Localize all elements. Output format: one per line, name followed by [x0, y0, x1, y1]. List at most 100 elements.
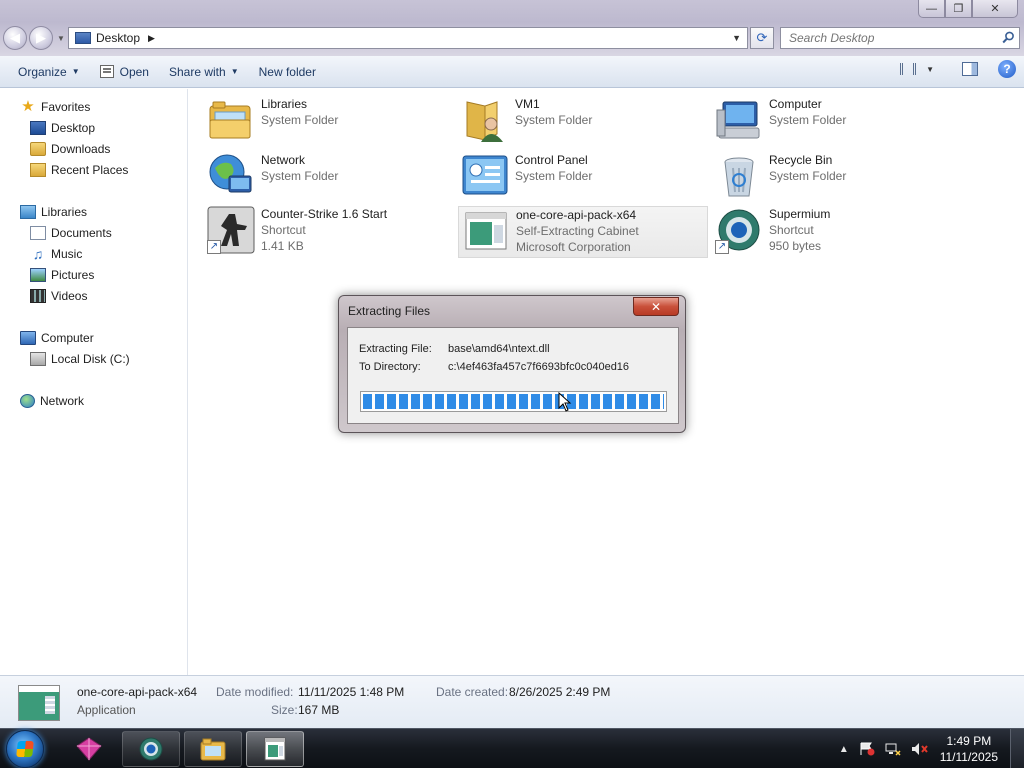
mouse-cursor-icon: [558, 392, 572, 412]
nav-local-disk[interactable]: Local Disk (C:): [30, 349, 130, 369]
dialog-close-button[interactable]: ✕: [633, 297, 679, 316]
forward-button[interactable]: ▶: [29, 26, 53, 50]
nav-libraries[interactable]: Libraries: [20, 202, 87, 222]
start-button[interactable]: [6, 730, 44, 768]
item-name: VM1: [515, 97, 540, 111]
documents-icon: [30, 226, 46, 240]
date-created-value: 8/26/2025 2:49 PM: [509, 685, 611, 699]
new-folder-button[interactable]: New folder: [249, 59, 326, 85]
taskbar-explorer[interactable]: [184, 731, 242, 767]
film-strip-icon: [30, 289, 46, 303]
search-box[interactable]: [780, 27, 1020, 49]
desktop-icon: [30, 121, 46, 135]
preview-pane-icon[interactable]: [962, 62, 978, 76]
item-control-panel[interactable]: Control Panel System Folder: [461, 152, 709, 202]
maximize-button[interactable]: ❐: [945, 0, 972, 18]
music-note-icon: ♫: [32, 246, 44, 262]
item-counter-strike[interactable]: ↗ Counter-Strike 1.6 Start Shortcut 1.41…: [207, 206, 455, 256]
cabinet-installer-icon: [465, 212, 507, 250]
address-dropdown-icon[interactable]: ▼: [732, 33, 741, 43]
item-type: Self-Extracting Cabinet: [516, 224, 639, 238]
nav-desktop-label: Desktop: [51, 121, 96, 135]
view-options-dropdown-icon[interactable]: ▼: [926, 65, 934, 74]
taskbar-extractor[interactable]: [246, 731, 304, 767]
item-type: System Folder: [515, 113, 593, 127]
nav-network[interactable]: Network: [20, 391, 84, 411]
close-button[interactable]: ✕: [972, 0, 1018, 18]
breadcrumb-desktop[interactable]: Desktop: [96, 31, 140, 45]
search-input[interactable]: [781, 28, 991, 48]
window-titlebar: — ❐ ✕ ◀ ▶ ▼ Desktop ▶ ▼ ⟳: [0, 0, 1024, 56]
nav-desktop[interactable]: Desktop: [30, 118, 95, 138]
search-icon[interactable]: [1002, 31, 1015, 44]
item-libraries[interactable]: Libraries System Folder: [207, 96, 455, 146]
taskbar-supermium[interactable]: [122, 731, 180, 767]
item-network[interactable]: Network System Folder: [207, 152, 455, 202]
nav-documents[interactable]: Documents: [30, 223, 112, 243]
selected-file-icon: [18, 685, 60, 721]
nav-recent-places[interactable]: Recent Places: [30, 160, 128, 180]
to-directory-value: c:\4ef463fa457c7f6693bfc0c040ed16: [448, 361, 630, 373]
item-name: Control Panel: [515, 153, 588, 167]
organize-label: Organize: [18, 64, 67, 79]
share-with-label: Share with: [168, 64, 226, 79]
item-one-core-api-pack[interactable]: one-core-api-pack-x64 Self-Extracting Ca…: [458, 206, 708, 258]
change-view-icon[interactable]: [900, 63, 917, 75]
window-controls: — ❐ ✕: [918, 0, 1018, 18]
navigation-buttons: ◀ ▶ ▼: [3, 26, 65, 50]
show-desktop-button[interactable]: [1010, 729, 1024, 768]
address-bar[interactable]: Desktop ▶ ▼: [68, 27, 748, 49]
nav-favorites[interactable]: ★ Favorites: [20, 97, 90, 117]
item-computer[interactable]: Computer System Folder: [715, 96, 963, 146]
open-label: Open: [119, 64, 149, 79]
network-status-icon[interactable]: [885, 742, 901, 756]
volume-muted-icon[interactable]: [911, 742, 929, 756]
item-supermium[interactable]: ↗ Supermium Shortcut 950 bytes: [715, 206, 963, 256]
back-button[interactable]: ◀: [3, 26, 27, 50]
item-company: Microsoft Corporation: [516, 240, 631, 254]
clock[interactable]: 1:49 PM 11/11/2025: [940, 733, 998, 765]
dialog-title: Extracting Files: [348, 304, 431, 318]
share-with-dropdown-icon: ▼: [230, 67, 239, 76]
organize-menu[interactable]: Organize ▼: [8, 59, 90, 85]
to-directory-row: To Directory: c:\4ef463fa457c7f6693bfc0c…: [359, 361, 629, 373]
show-hidden-icons-button[interactable]: ▲: [839, 744, 849, 755]
nav-pictures[interactable]: Pictures: [30, 265, 94, 285]
item-size: 950 bytes: [769, 239, 822, 253]
nav-downloads[interactable]: Downloads: [30, 139, 110, 159]
nav-favorites-label: Favorites: [41, 100, 91, 114]
downloads-folder-icon: [30, 142, 46, 156]
recent-pages-dropdown-icon[interactable]: ▼: [57, 34, 65, 43]
nav-videos-label: Videos: [51, 289, 88, 303]
minimize-button[interactable]: —: [918, 0, 945, 18]
size-label: Size:: [271, 703, 298, 717]
nav-music[interactable]: ♫ Music: [30, 244, 83, 264]
forward-arrow-icon: ▶: [36, 30, 46, 45]
item-recycle-bin[interactable]: Recycle Bin System Folder: [715, 152, 963, 202]
help-icon[interactable]: ?: [998, 60, 1016, 78]
item-type: System Folder: [261, 113, 339, 127]
item-type: System Folder: [515, 169, 593, 183]
nav-videos[interactable]: Videos: [30, 286, 87, 306]
taskbar-app-1[interactable]: [60, 731, 118, 767]
nav-music-label: Music: [51, 247, 83, 261]
breadcrumb-chevron-icon[interactable]: ▶: [148, 33, 155, 44]
item-type: Shortcut: [261, 223, 306, 237]
clock-time: 1:49 PM: [946, 734, 992, 748]
libraries-icon: [20, 205, 36, 219]
item-name: Recycle Bin: [769, 153, 833, 167]
control-panel-icon: [462, 155, 508, 195]
open-button[interactable]: Open: [90, 59, 159, 85]
share-with-menu[interactable]: Share with ▼: [159, 59, 249, 85]
nav-computer[interactable]: Computer: [20, 328, 94, 348]
progress-fill: [363, 394, 664, 409]
supermium-browser-icon: [139, 737, 163, 761]
details-file-name: one-core-api-pack-x64: [77, 685, 198, 699]
refresh-button[interactable]: ⟳: [750, 27, 774, 49]
nav-documents-label: Documents: [51, 226, 112, 240]
windows-logo-icon: [16, 741, 34, 757]
item-type: System Folder: [769, 169, 847, 183]
open-icon: [99, 65, 114, 78]
item-vm1[interactable]: VM1 System Folder: [461, 96, 709, 146]
action-center-flag-icon[interactable]: [859, 742, 875, 756]
